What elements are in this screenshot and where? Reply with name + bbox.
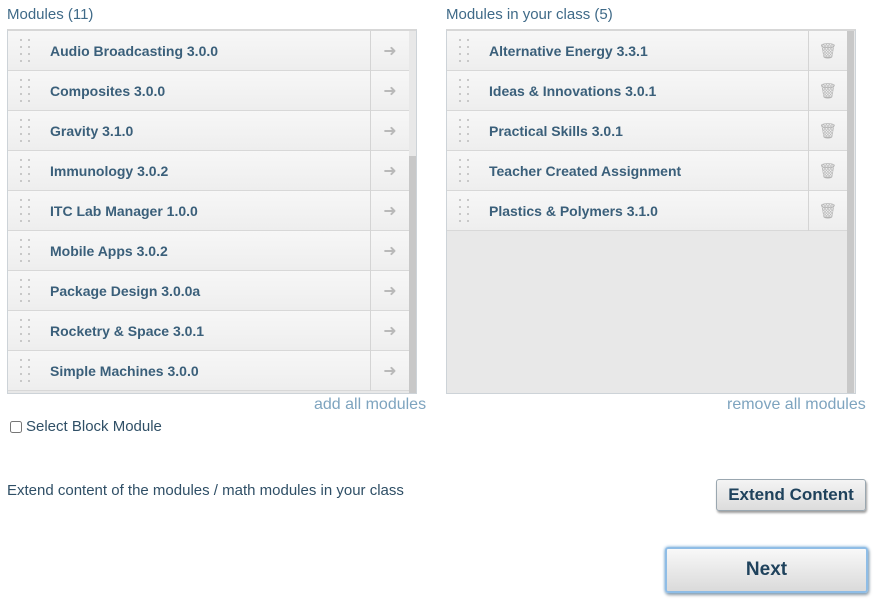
arrow-right-icon[interactable]: ➜ bbox=[370, 310, 409, 351]
trash-icon[interactable]: 🗑 bbox=[808, 110, 847, 151]
list-item[interactable]: Alternative Energy 3.3.1 🗑 bbox=[447, 31, 847, 71]
extend-content-description: Extend content of the modules / math mod… bbox=[7, 482, 404, 499]
available-modules-list[interactable]: Audio Broadcasting 3.0.0 ➜ Composites 3.… bbox=[7, 29, 417, 394]
arrow-right-icon[interactable]: ➜ bbox=[370, 150, 409, 191]
module-label: Plastics & Polymers 3.1.0 bbox=[489, 202, 658, 219]
next-button[interactable]: Next bbox=[665, 547, 868, 593]
module-label: Simple Machines 3.0.0 bbox=[50, 362, 199, 379]
list-item[interactable]: Rocketry & Space 3.0.1 ➜ bbox=[8, 310, 409, 351]
list-item[interactable]: Mobile Apps 3.0.2 ➜ bbox=[8, 230, 409, 271]
list-item[interactable]: Gravity 3.1.0 ➜ bbox=[8, 110, 409, 151]
list-item[interactable]: Practical Skills 3.0.1 🗑 bbox=[447, 110, 847, 151]
scrollbar[interactable] bbox=[847, 31, 854, 393]
list-item[interactable]: Composites 3.0.0 ➜ bbox=[8, 70, 409, 111]
module-label: Teacher Created Assignment bbox=[489, 162, 682, 179]
drag-handle-icon[interactable] bbox=[20, 238, 34, 263]
module-label: Gravity 3.1.0 bbox=[50, 122, 134, 139]
list-item[interactable]: Simple Machines 3.0.0 ➜ bbox=[8, 350, 409, 391]
drag-handle-icon[interactable] bbox=[20, 118, 34, 143]
drag-handle-icon[interactable] bbox=[20, 318, 34, 343]
trash-icon[interactable]: 🗑 bbox=[808, 70, 847, 111]
drag-handle-icon[interactable] bbox=[20, 198, 34, 223]
remove-all-modules-link[interactable]: remove all modules bbox=[727, 396, 866, 414]
block-module-label: Select Block Module bbox=[26, 418, 162, 435]
arrow-right-icon[interactable]: ➜ bbox=[370, 270, 409, 311]
drag-handle-icon[interactable] bbox=[459, 118, 473, 143]
module-label: Mobile Apps 3.0.2 bbox=[50, 242, 168, 259]
list-item[interactable]: Package Design 3.0.0a ➜ bbox=[8, 270, 409, 311]
drag-handle-icon[interactable] bbox=[459, 38, 473, 63]
list-item[interactable]: Ideas & Innovations 3.0.1 🗑 bbox=[447, 70, 847, 111]
block-module-option[interactable]: Select Block Module bbox=[10, 418, 162, 435]
drag-handle-icon[interactable] bbox=[20, 158, 34, 183]
trash-icon[interactable]: 🗑 bbox=[808, 150, 847, 191]
module-label: ITC Lab Manager 1.0.0 bbox=[50, 202, 198, 219]
arrow-right-icon[interactable]: ➜ bbox=[370, 190, 409, 231]
scrollbar[interactable] bbox=[409, 156, 416, 393]
list-item[interactable]: Teacher Created Assignment 🗑 bbox=[447, 150, 847, 191]
module-label: Immunology 3.0.2 bbox=[50, 162, 169, 179]
module-label: Package Design 3.0.0a bbox=[50, 282, 201, 299]
class-modules-heading: Modules in your class (5) bbox=[446, 6, 613, 23]
module-label: Audio Broadcasting 3.0.0 bbox=[50, 42, 219, 59]
drag-handle-icon[interactable] bbox=[459, 158, 473, 183]
arrow-right-icon[interactable]: ➜ bbox=[370, 31, 409, 71]
trash-icon[interactable]: 🗑 bbox=[808, 31, 847, 71]
module-label: Practical Skills 3.0.1 bbox=[489, 122, 623, 139]
block-module-checkbox[interactable] bbox=[10, 420, 22, 433]
drag-handle-icon[interactable] bbox=[20, 278, 34, 303]
list-item[interactable]: Audio Broadcasting 3.0.0 ➜ bbox=[8, 31, 409, 71]
drag-handle-icon[interactable] bbox=[459, 198, 473, 223]
drag-handle-icon[interactable] bbox=[20, 38, 34, 63]
module-label: Ideas & Innovations 3.0.1 bbox=[489, 82, 657, 99]
module-label: Composites 3.0.0 bbox=[50, 82, 166, 99]
extend-content-button[interactable]: Extend Content bbox=[716, 479, 866, 511]
arrow-right-icon[interactable]: ➜ bbox=[370, 350, 409, 391]
list-item[interactable]: ITC Lab Manager 1.0.0 ➜ bbox=[8, 190, 409, 231]
arrow-right-icon[interactable]: ➜ bbox=[370, 110, 409, 151]
trash-icon[interactable]: 🗑 bbox=[808, 190, 847, 231]
module-label: Rocketry & Space 3.0.1 bbox=[50, 322, 205, 339]
drag-handle-icon[interactable] bbox=[20, 78, 34, 103]
drag-handle-icon[interactable] bbox=[20, 358, 34, 383]
module-label: Alternative Energy 3.3.1 bbox=[489, 42, 648, 59]
class-modules-list[interactable]: Alternative Energy 3.3.1 🗑 Ideas & Innov… bbox=[446, 29, 856, 394]
list-item[interactable]: Plastics & Polymers 3.1.0 🗑 bbox=[447, 190, 847, 231]
available-modules-heading: Modules (11) bbox=[7, 6, 94, 23]
arrow-right-icon[interactable]: ➜ bbox=[370, 230, 409, 271]
list-item[interactable]: Immunology 3.0.2 ➜ bbox=[8, 150, 409, 191]
add-all-modules-link[interactable]: add all modules bbox=[314, 396, 426, 414]
arrow-right-icon[interactable]: ➜ bbox=[370, 70, 409, 111]
drag-handle-icon[interactable] bbox=[459, 78, 473, 103]
